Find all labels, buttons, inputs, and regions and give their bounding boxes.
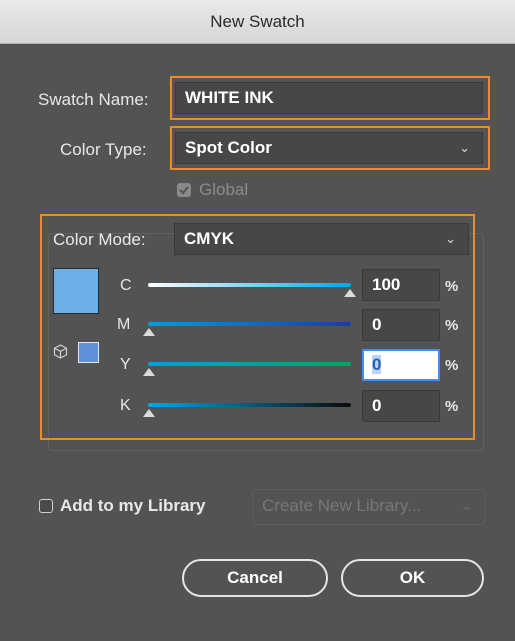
global-label: Global (199, 180, 249, 199)
color-type-value: Spot Color (185, 138, 272, 157)
ok-button[interactable]: OK (341, 559, 484, 597)
add-to-library-checkbox[interactable] (39, 499, 53, 513)
window-title: New Swatch (210, 12, 305, 31)
color-mode-select[interactable]: CMYK ⌄ (174, 223, 469, 255)
checkmark-icon (179, 186, 189, 195)
color-mode-label: Color Mode: (53, 230, 146, 249)
channel-y-slider[interactable] (148, 362, 351, 366)
channel-m-slider[interactable] (148, 322, 351, 326)
chevron-down-icon: ⌄ (461, 498, 472, 513)
swatch-name-input[interactable]: WHITE INK (175, 82, 483, 114)
title-bar: New Swatch (0, 0, 515, 44)
channel-m-input[interactable]: 0 (362, 309, 440, 341)
channel-c-slider[interactable] (148, 283, 351, 287)
channel-y-label: Y (120, 356, 131, 373)
chevron-down-icon: ⌄ (445, 231, 456, 246)
swatch-name-label: Swatch Name: (38, 90, 149, 109)
channel-c-label: C (120, 277, 132, 294)
channel-c-input[interactable]: 100 (362, 269, 440, 301)
color-type-select[interactable]: Spot Color ⌄ (175, 132, 483, 164)
channel-k-label: K (120, 397, 131, 414)
cancel-button[interactable]: Cancel (182, 559, 328, 597)
channel-k-thumb[interactable] (143, 409, 155, 417)
chevron-down-icon: ⌄ (459, 140, 470, 155)
color-type-label: Color Type: (60, 140, 147, 159)
library-select: Create New Library... ⌄ (252, 489, 485, 525)
color-preview-swatch (53, 268, 99, 314)
channel-m-thumb[interactable] (143, 328, 155, 336)
channel-c-thumb[interactable] (344, 289, 356, 297)
channel-y-value: 0 (372, 355, 382, 374)
cube-icon[interactable] (53, 344, 68, 359)
library-select-placeholder: Create New Library... (262, 496, 422, 515)
channel-m-unit: % (445, 317, 459, 334)
global-checkbox[interactable] (177, 183, 191, 197)
channel-y-unit: % (445, 357, 459, 374)
out-of-gamut-swatch[interactable] (78, 342, 99, 363)
channel-y-input[interactable]: 0 (362, 349, 440, 381)
channel-m-label: M (117, 316, 131, 333)
channel-c-unit: % (445, 278, 459, 295)
add-to-library-label: Add to my Library (60, 496, 206, 515)
channel-k-unit: % (445, 398, 459, 415)
channel-k-slider[interactable] (148, 403, 351, 407)
channel-y-thumb[interactable] (143, 368, 155, 376)
channel-k-input[interactable]: 0 (362, 390, 440, 422)
color-mode-value: CMYK (184, 229, 235, 248)
